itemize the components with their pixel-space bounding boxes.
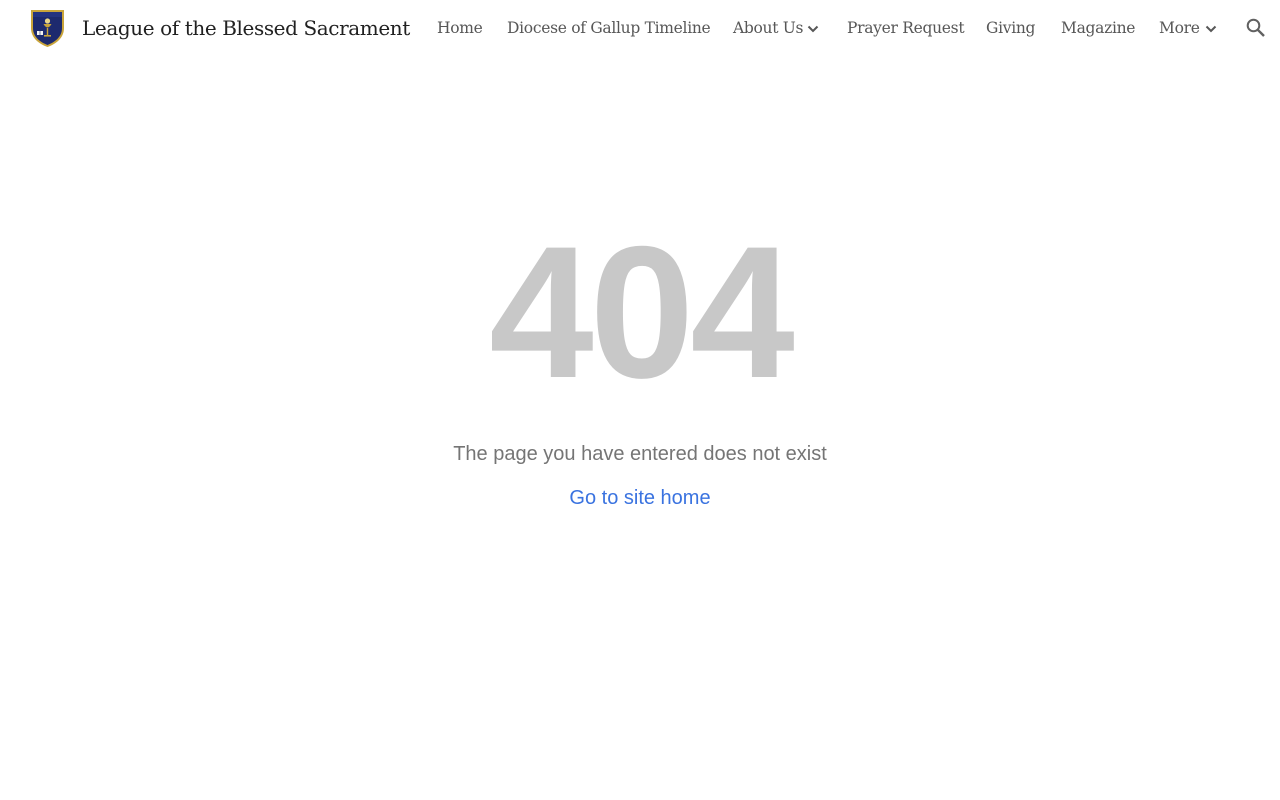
nav-item-giving[interactable]: Giving <box>986 17 1035 39</box>
shield-crest-icon[interactable] <box>29 8 66 48</box>
nav-item-home[interactable]: Home <box>437 17 483 39</box>
site-title[interactable]: League of the Blessed Sacrament <box>82 14 410 42</box>
go-to-site-home-link-row: Go to site home <box>0 485 1280 511</box>
search-icon[interactable] <box>1244 16 1268 40</box>
chevron-down-icon[interactable] <box>805 21 821 37</box>
nav-item-more[interactable]: More <box>1159 17 1200 39</box>
nav-item-about-us[interactable]: About Us <box>733 17 804 39</box>
site-header: League of the Blessed Sacrament Home Dio… <box>0 0 1280 56</box>
go-to-site-home-link[interactable]: Go to site home <box>569 487 710 509</box>
nav-item-magazine[interactable]: Magazine <box>1061 17 1135 39</box>
error-message: The page you have entered does not exist <box>453 443 827 465</box>
error-code: 404 <box>489 207 795 417</box>
nav-item-prayer-request[interactable]: Prayer Request <box>847 17 965 39</box>
chevron-down-icon[interactable] <box>1203 21 1219 37</box>
nav-item-diocese-timeline[interactable]: Diocese of Gallup Timeline <box>507 17 711 39</box>
